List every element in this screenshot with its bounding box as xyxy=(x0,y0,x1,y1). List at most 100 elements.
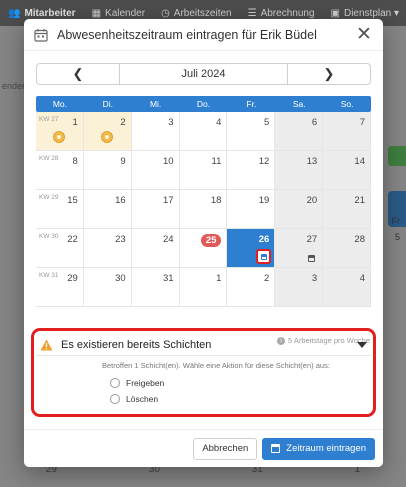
calendar-day[interactable]: 23 xyxy=(83,229,132,268)
calendar-day[interactable]: 1 xyxy=(179,268,228,307)
calendar-day[interactable]: KW 31 29 xyxy=(36,268,84,307)
calendar-day[interactable]: 19 xyxy=(227,190,276,229)
calendar-day[interactable]: 21 xyxy=(323,190,371,229)
vacation-icon xyxy=(100,131,113,143)
weekday-label: Fr. xyxy=(246,99,257,109)
day-number: 10 xyxy=(162,156,174,167)
calendar-day[interactable]: 9 xyxy=(83,151,132,190)
calendar-day[interactable]: 13 xyxy=(275,151,324,190)
warning-body: Betroffen 1 Schicht(en). Wähle eine Akti… xyxy=(36,356,371,407)
option-loeschen[interactable]: Löschen xyxy=(110,391,371,407)
weekday-label: Do. xyxy=(196,99,211,109)
day-number: 28 xyxy=(354,234,365,245)
radio-loeschen[interactable] xyxy=(110,394,120,404)
month-navigation: ❮ Juli 2024 ❯ xyxy=(36,63,371,85)
week-number: KW 28 xyxy=(39,155,59,162)
calendar-day[interactable]: 3 xyxy=(131,112,180,151)
calendar-day[interactable]: 14 xyxy=(323,151,371,190)
calendar-icon: ▦ xyxy=(91,7,102,19)
prev-month-button[interactable]: ❮ xyxy=(37,64,120,84)
calendar-day[interactable]: 11 xyxy=(179,151,228,190)
calendar-day-today[interactable]: 25 xyxy=(179,229,228,268)
calendar: Mo. Di. Mi. Do. Fr. Sa. So. KW 27 1 2 3 4… xyxy=(36,96,371,307)
calendar-day[interactable]: 5 xyxy=(227,112,276,151)
weekday-label: Mi. xyxy=(149,99,162,109)
day-number: 1 xyxy=(72,117,78,128)
calendar-day-selected[interactable]: 26 xyxy=(227,229,276,268)
month-label: Juli 2024 xyxy=(181,68,226,80)
calendar-day[interactable]: 6 xyxy=(275,112,324,151)
day-number: 31 xyxy=(162,273,174,284)
calendar-day[interactable]: KW 29 15 xyxy=(36,190,84,229)
calendar-day[interactable]: 24 xyxy=(131,229,180,268)
calendar-day[interactable]: 16 xyxy=(83,190,132,229)
week-number: KW 29 xyxy=(39,194,59,201)
calendar-day[interactable]: 7 xyxy=(323,112,371,151)
day-number: 16 xyxy=(115,195,126,206)
day-number: 21 xyxy=(354,195,365,206)
background-side-text: ender xyxy=(2,81,26,91)
day-number: 15 xyxy=(67,195,78,206)
calendar-day[interactable]: 12 xyxy=(227,151,276,190)
calendar-day[interactable]: 18 xyxy=(179,190,228,229)
day-number: 29 xyxy=(67,273,78,284)
calendar-icon xyxy=(34,28,48,42)
weekday-label: Di. xyxy=(102,99,113,109)
calendar-day[interactable]: 4 xyxy=(179,112,228,151)
calendar-day[interactable]: 17 xyxy=(131,190,180,229)
day-number: 22 xyxy=(67,234,78,245)
shift-highlight[interactable] xyxy=(256,249,272,264)
calendar-day[interactable]: KW 30 22 xyxy=(36,229,84,268)
option-freigeben[interactable]: Freigeben xyxy=(110,375,371,391)
calendar-day[interactable]: 28 xyxy=(323,229,371,268)
day-number: 18 xyxy=(210,195,222,206)
calendar-day[interactable]: 3 xyxy=(275,268,324,307)
shift-warning-panel: Es existieren bereits Schichten Betroffe… xyxy=(36,334,371,411)
today-badge: 25 xyxy=(200,234,222,247)
chevron-right-icon: ❯ xyxy=(323,66,335,81)
calendar-icon xyxy=(271,444,281,453)
caret-down-icon[interactable] xyxy=(357,341,367,348)
warning-text: Betroffen 1 Schicht(en). Wähle eine Akti… xyxy=(102,361,330,370)
warning-header[interactable]: Es existieren bereits Schichten xyxy=(36,334,371,356)
sliders-icon: ☰ xyxy=(247,7,257,19)
briefcase-icon: ▣ xyxy=(330,7,340,19)
modal-title: Abwesenheitszeitraum eintragen für Erik … xyxy=(57,27,317,42)
day-number: 2 xyxy=(120,117,126,128)
calendar-day[interactable]: 31 xyxy=(131,268,180,307)
warning-title: Es existieren bereits Schichten xyxy=(61,338,212,351)
weekday-label: Mo. xyxy=(52,99,67,109)
background-col-label: Fr xyxy=(391,216,401,226)
day-number: 5 xyxy=(263,117,270,128)
day-number: 3 xyxy=(168,117,174,128)
day-number: 7 xyxy=(359,117,365,128)
day-number: 30 xyxy=(115,273,126,284)
shift-icon xyxy=(260,253,267,260)
next-month-button[interactable]: ❯ xyxy=(287,64,370,84)
calendar-day[interactable]: 4 xyxy=(323,268,371,307)
option-label: Löschen xyxy=(126,394,159,404)
day-number: 27 xyxy=(306,234,318,245)
radio-freigeben[interactable] xyxy=(110,378,120,388)
chevron-left-icon: ❮ xyxy=(72,66,84,81)
day-number: 4 xyxy=(216,117,222,128)
close-icon[interactable]: ✕ xyxy=(355,25,373,44)
absence-modal: Abwesenheitszeitraum eintragen für Erik … xyxy=(24,19,383,467)
calendar-day[interactable]: 27 xyxy=(275,229,324,268)
calendar-day[interactable]: 20 xyxy=(275,190,324,229)
background-col-value: 5 xyxy=(394,232,400,242)
submit-period-button[interactable]: Zeitraum eintragen xyxy=(262,437,375,460)
day-number: 3 xyxy=(311,273,318,284)
calendar-day[interactable]: 30 xyxy=(83,268,132,307)
calendar-day[interactable]: 2 xyxy=(83,112,132,151)
calendar-day[interactable]: 10 xyxy=(131,151,180,190)
calendar-day[interactable]: KW 28 8 xyxy=(36,151,84,190)
modal-footer: Abbrechen Zeitraum eintragen xyxy=(24,429,383,467)
day-number: 9 xyxy=(120,156,126,167)
day-number: 12 xyxy=(258,156,270,167)
vacation-icon xyxy=(53,131,65,143)
calendar-day[interactable]: KW 27 1 xyxy=(36,112,84,151)
cancel-button[interactable]: Abbrechen xyxy=(193,437,258,460)
weekday-header: Mo. Di. Mi. Do. Fr. Sa. So. xyxy=(36,96,371,112)
calendar-day[interactable]: 2 xyxy=(227,268,276,307)
